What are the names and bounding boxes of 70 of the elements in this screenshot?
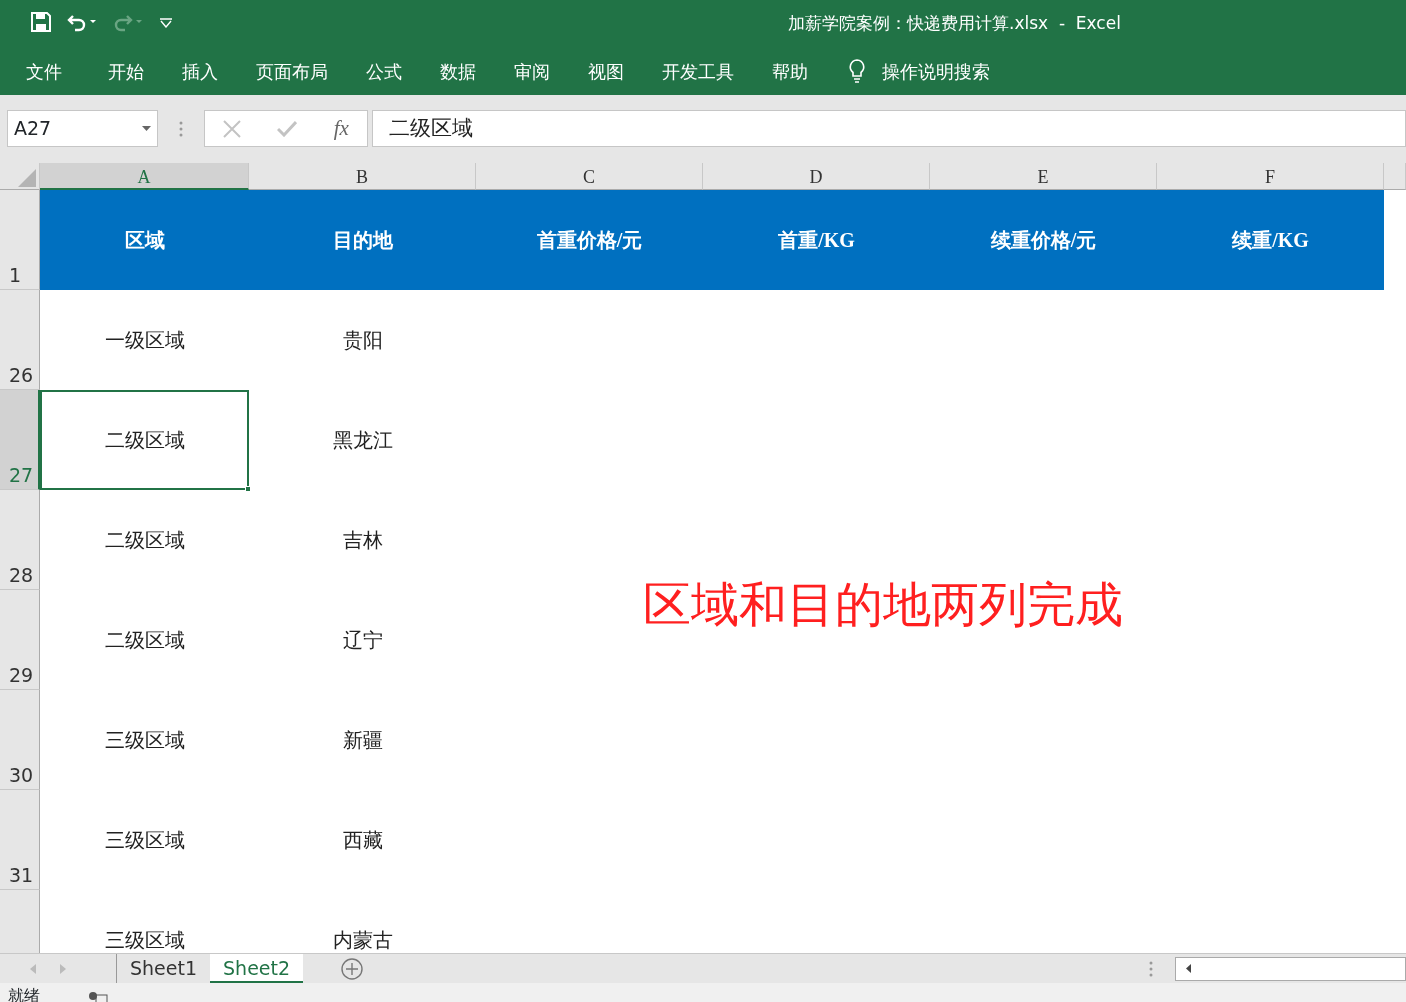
row-header[interactable]: 26	[0, 290, 40, 390]
annotation-text: 区域和目的地两列完成	[643, 575, 1123, 634]
sheet-tab[interactable]: Sheet1	[117, 954, 211, 983]
table-cell-text: 内蒙古	[331, 928, 394, 953]
table-cell-text: 二级区域	[103, 628, 186, 653]
customize-dropdown-icon[interactable]	[159, 16, 173, 28]
table-cell-text: 三级区域	[103, 928, 186, 953]
lightbulb-icon[interactable]	[848, 58, 866, 84]
select-all-corner[interactable]	[0, 163, 40, 190]
ribbon-tab[interactable]: 开始	[108, 57, 144, 85]
ribbon-tab[interactable]: 帮助	[772, 57, 808, 85]
select-all-triangle-icon[interactable]	[18, 169, 36, 187]
table-cell-text: 二级区域	[103, 528, 186, 553]
header-cell: 首重/KG	[703, 190, 930, 290]
scroll-left-icon[interactable]	[1186, 964, 1192, 973]
add-sheet-icon[interactable]	[341, 957, 364, 980]
column-header[interactable]: F	[1157, 163, 1384, 190]
column-header[interactable]: B	[249, 163, 476, 190]
ribbon-tab[interactable]: 页面布局	[256, 57, 328, 85]
table-cell-text: 一级区域	[103, 328, 186, 353]
row-header[interactable]: 28	[0, 490, 40, 590]
window-title: 加薪学院案例：快递费用计算.xlsx - Excel	[788, 12, 1121, 35]
table-cell-text: 西藏	[341, 828, 384, 853]
ribbon-tab[interactable]: 公式	[366, 57, 402, 85]
grip-icon[interactable]	[179, 120, 183, 137]
horizontal-scrollbar[interactable]	[1175, 956, 1406, 981]
name-box[interactable]: A27	[7, 110, 158, 147]
redo-icon	[113, 12, 143, 32]
macro-record-icon[interactable]	[88, 991, 108, 1002]
ribbon-tab[interactable]: 插入	[182, 57, 218, 85]
column-header[interactable]: C	[476, 163, 703, 190]
ribbon-tab[interactable]: 数据	[440, 57, 476, 85]
column-header[interactable]: A	[40, 163, 249, 190]
scroll-right-icon[interactable]	[60, 963, 66, 974]
table-cell-text: 贵阳	[341, 328, 384, 353]
selected-cell[interactable]: 二级区域	[40, 390, 249, 490]
ribbon-tab[interactable]: 文件	[26, 57, 62, 85]
sheet-tab[interactable]: Sheet2	[210, 954, 304, 983]
table-cell-text: 辽宁	[341, 628, 384, 653]
table-cell-text: 黑龙江	[331, 428, 394, 453]
header-cell: 目的地	[249, 190, 476, 290]
grip-icon[interactable]	[1149, 960, 1154, 977]
insert-function-button[interactable]: fx	[333, 112, 349, 145]
column-header[interactable]: D	[703, 163, 930, 190]
undo-icon[interactable]	[67, 12, 97, 32]
header-cell: 续重/KG	[1157, 190, 1384, 290]
tell-me-search[interactable]: 操作说明搜索	[882, 57, 990, 85]
formula-value: 二级区域	[389, 114, 473, 142]
table-cell-text: 三级区域	[103, 828, 186, 853]
dropdown-caret-icon[interactable]	[142, 126, 151, 131]
table-cell-text: 吉林	[341, 528, 384, 553]
ribbon-tab[interactable]: 视图	[588, 57, 624, 85]
ribbon-tab[interactable]: 审阅	[514, 57, 550, 85]
row-header[interactable]: 30	[0, 690, 40, 790]
row-header[interactable]: 29	[0, 590, 40, 690]
row-header[interactable]: 31	[0, 790, 40, 890]
table-cell-text: 三级区域	[103, 728, 186, 753]
header-cell: 区域	[40, 190, 249, 290]
column-header[interactable]: E	[930, 163, 1157, 190]
table-cell-text: 新疆	[341, 728, 384, 753]
check-icon[interactable]	[277, 120, 298, 137]
header-cell: 续重价格/元	[930, 190, 1157, 290]
header-cell: 首重价格/元	[476, 190, 703, 290]
row-header[interactable]: 1	[0, 190, 40, 290]
cancel-icon[interactable]	[223, 119, 242, 138]
formula-field[interactable]: 二级区域	[372, 110, 1406, 147]
save-icon[interactable]	[31, 12, 51, 32]
name-box-value: A27	[14, 116, 52, 142]
row-header[interactable]: 27	[0, 390, 40, 490]
ribbon-tab[interactable]: 开发工具	[662, 57, 734, 85]
